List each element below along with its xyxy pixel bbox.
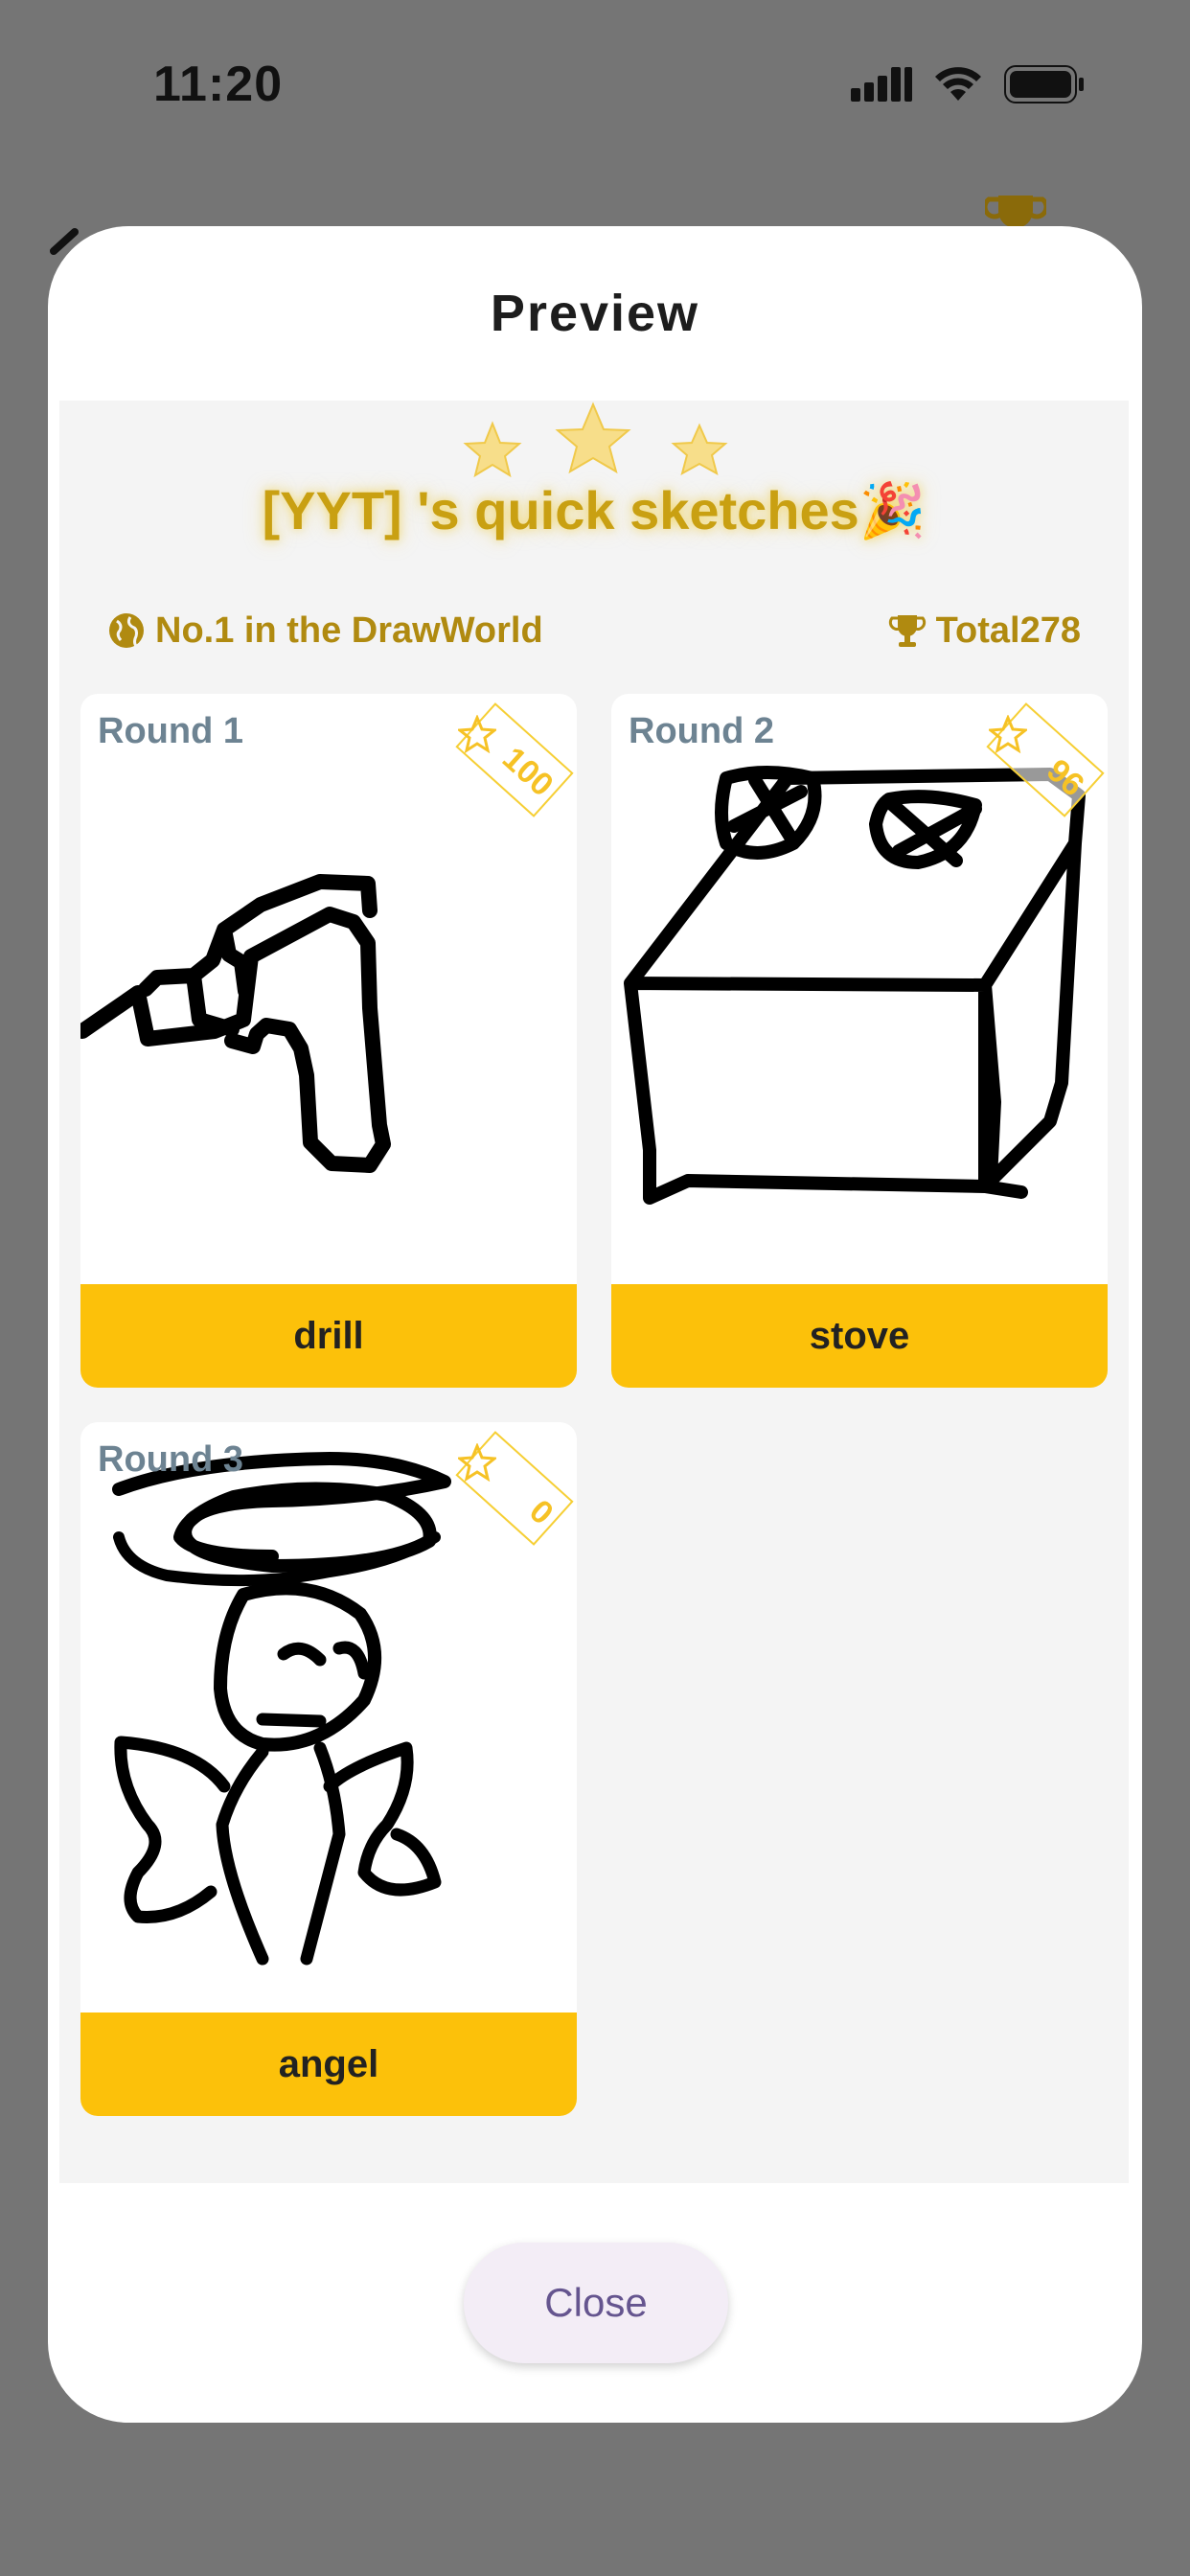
globe-icon: [109, 613, 144, 648]
trophy-icon: [888, 615, 926, 647]
preview-modal: Preview [YYT] 's quick sketches🎉 No.1 in…: [48, 226, 1142, 2423]
word-label: drill: [80, 1284, 577, 1388]
score-value: 100: [495, 739, 561, 804]
score-badge: 96: [979, 702, 1105, 822]
total-text: Total278: [935, 610, 1081, 651]
score-badge: 100: [448, 702, 574, 822]
score-value: 96: [1040, 751, 1091, 804]
star-icon: [463, 402, 728, 478]
score-value: 0: [522, 1492, 561, 1532]
cellular-signal-icon: [851, 67, 912, 102]
star-outline-icon: [458, 1443, 496, 1482]
headline: [YYT] 's quick sketches🎉: [262, 480, 927, 540]
round-label: Round 2: [629, 711, 774, 751]
sketch-card-round-1[interactable]: Round 1 100 drill: [80, 694, 577, 1388]
total-info: Total278: [888, 610, 1081, 652]
rank-text: No.1 in the DrawWorld: [155, 610, 543, 651]
sketch-card-round-2[interactable]: Round 2 96 stove: [611, 694, 1108, 1388]
score-badge: 0: [448, 1430, 574, 1551]
status-time: 11:20: [153, 57, 284, 112]
star-outline-icon: [458, 715, 496, 753]
status-icons: [851, 65, 1085, 104]
wifi-icon: [935, 67, 981, 101]
battery-icon: [1004, 65, 1084, 104]
close-button[interactable]: Close: [464, 2242, 728, 2363]
modal-title: Preview: [490, 285, 700, 342]
info-row: No.1 in the DrawWorld Total278: [107, 602, 1081, 659]
round-label: Round 3: [98, 1439, 243, 1480]
rank-info: No.1 in the DrawWorld: [107, 610, 543, 652]
preview-panel: [YYT] 's quick sketches🎉 No.1 in the Dra…: [59, 401, 1129, 2183]
sketch-card-round-3[interactable]: Round 3 0 angel: [80, 1422, 577, 2116]
trophy-icon[interactable]: [985, 192, 1046, 230]
star-outline-icon: [989, 715, 1027, 753]
word-label: angel: [80, 2012, 577, 2116]
status-bar: 11:20: [0, 0, 1190, 172]
word-label: stove: [611, 1284, 1108, 1388]
round-label: Round 1: [98, 711, 243, 751]
